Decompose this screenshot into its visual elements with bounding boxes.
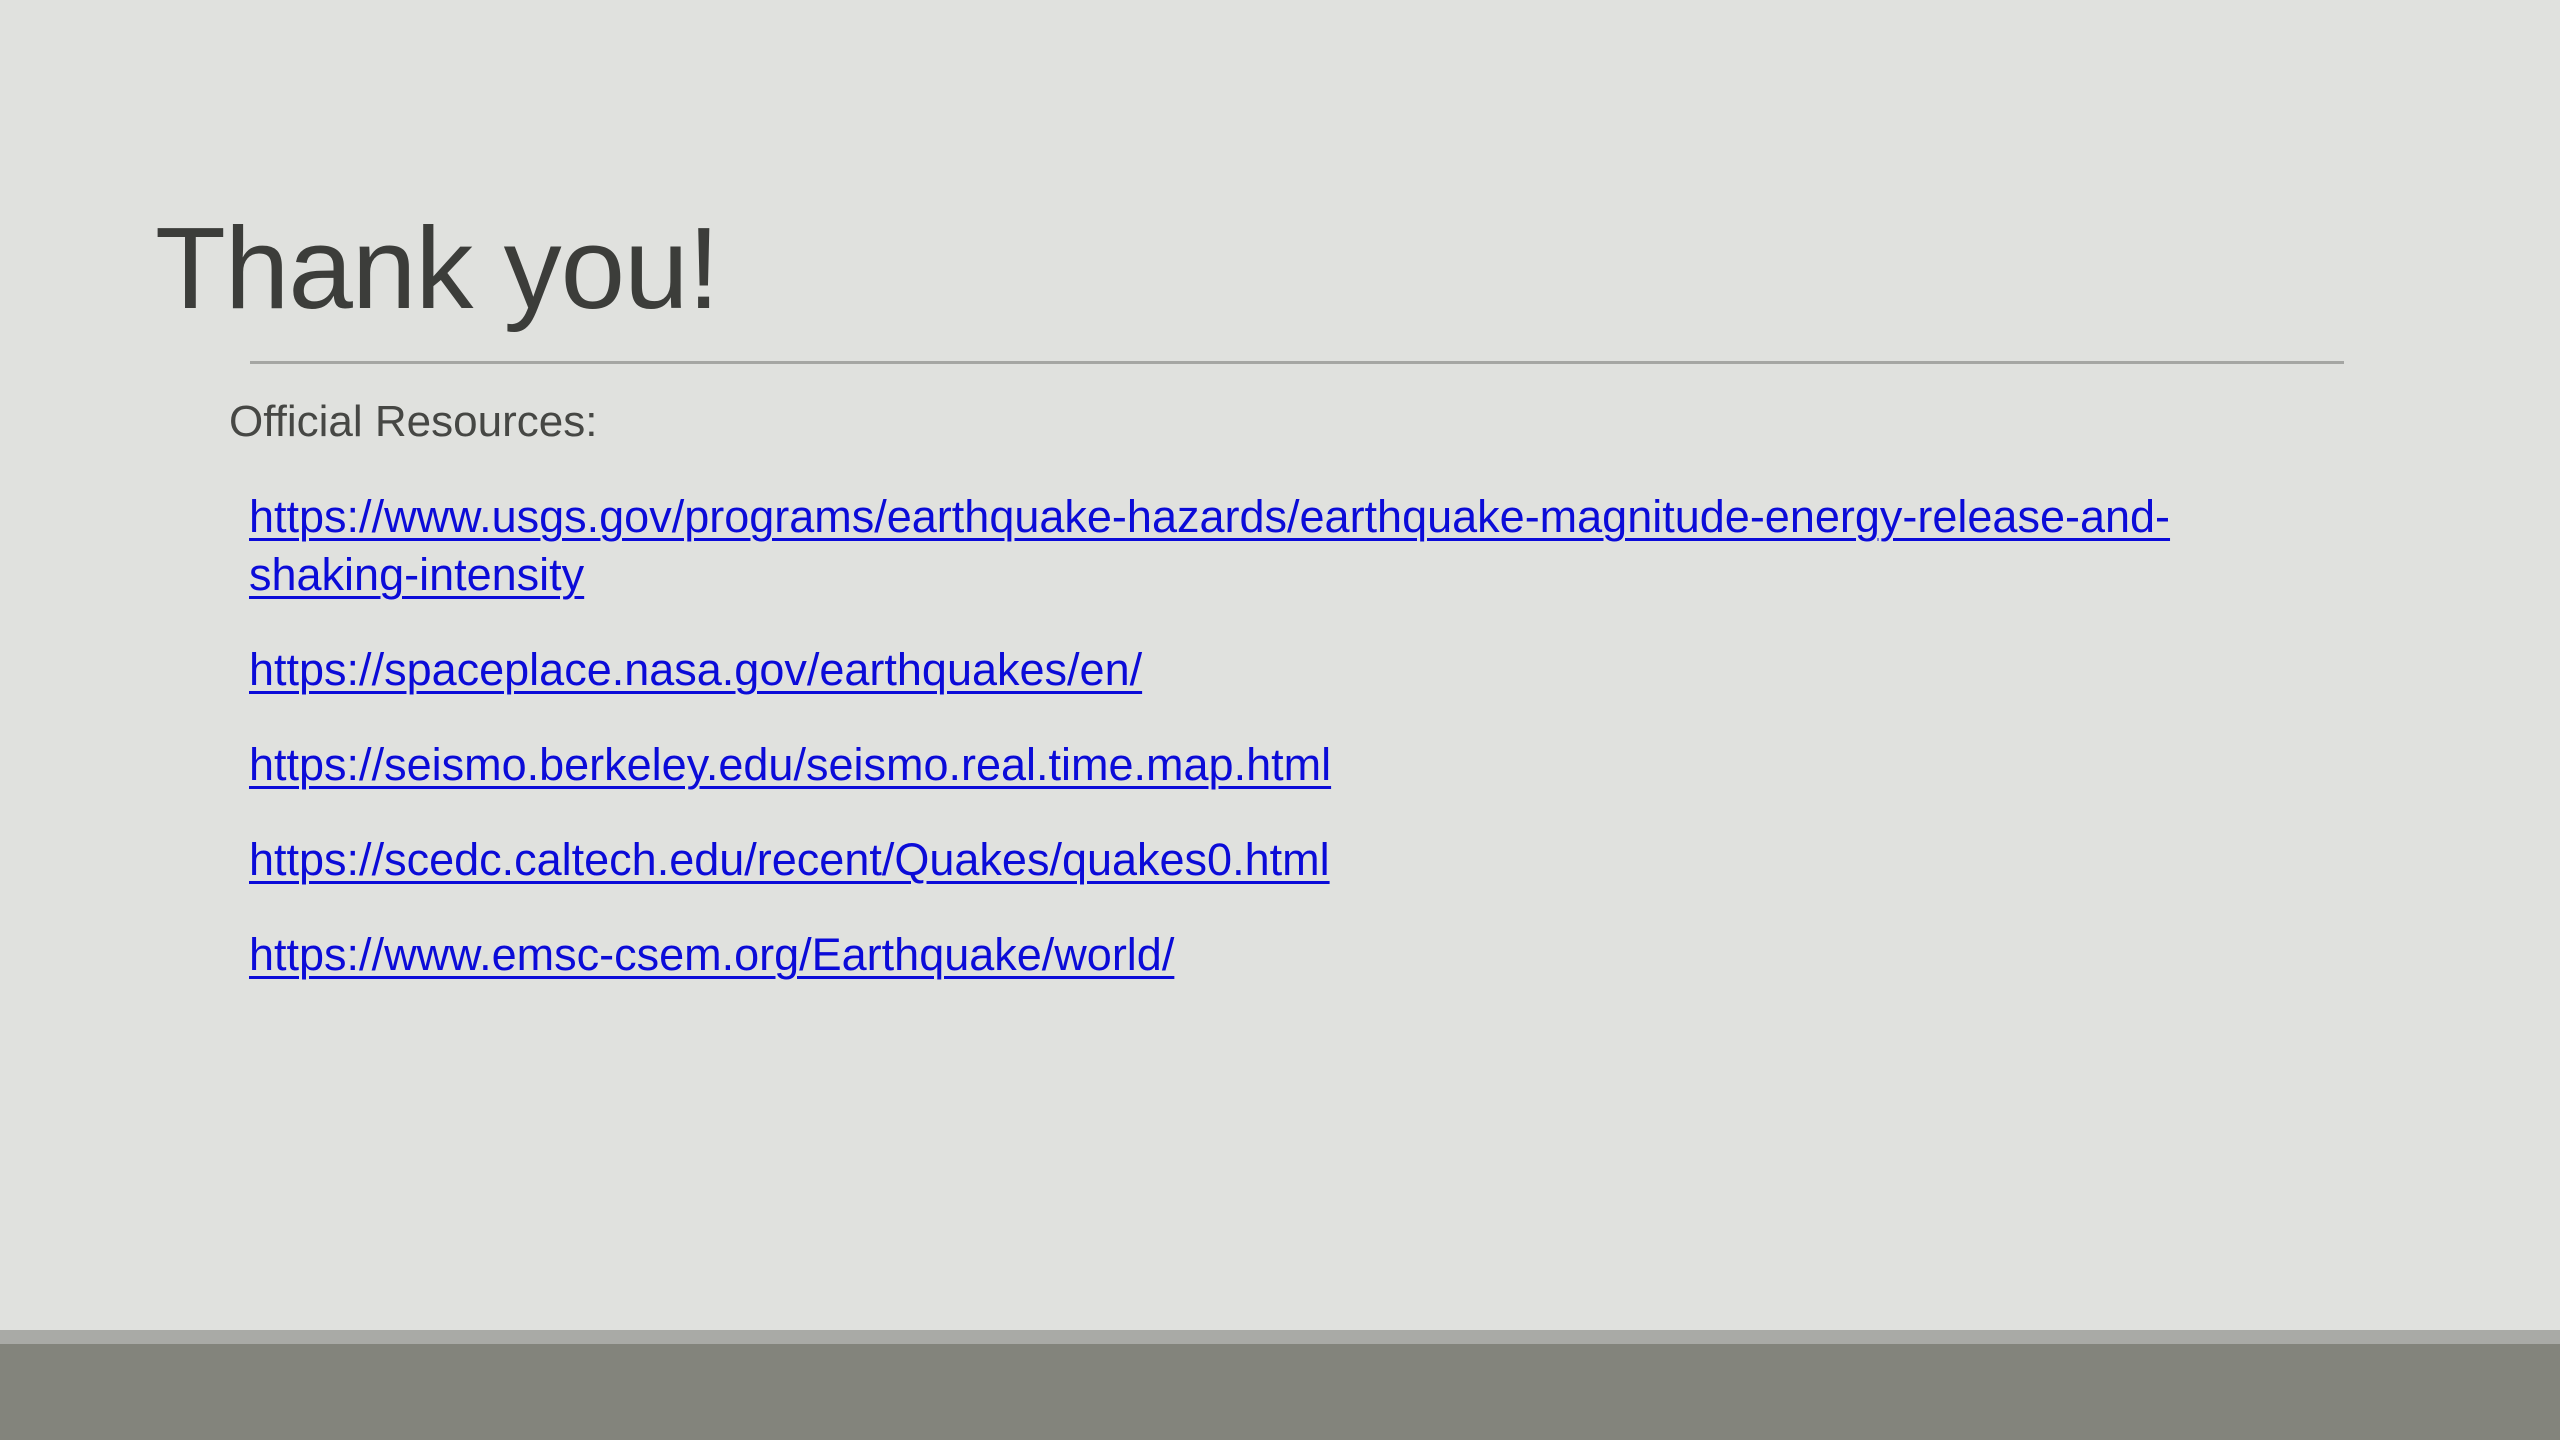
list-item: https://seismo.berkeley.edu/seismo.real.… (249, 736, 2339, 794)
footer-bar (0, 1344, 2560, 1440)
list-item: https://scedc.caltech.edu/recent/Quakes/… (249, 831, 2339, 889)
link-nasa-spaceplace[interactable]: https://spaceplace.nasa.gov/earthquakes/… (249, 644, 1142, 695)
link-emsc[interactable]: https://www.emsc-csem.org/Earthquake/wor… (249, 929, 1174, 980)
link-berkeley-seismo[interactable]: https://seismo.berkeley.edu/seismo.real.… (249, 739, 1331, 790)
title-divider (250, 361, 2344, 364)
resource-links-list: https://www.usgs.gov/programs/earthquake… (249, 488, 2339, 1021)
link-caltech-scedc[interactable]: https://scedc.caltech.edu/recent/Quakes/… (249, 834, 1330, 885)
list-item: https://www.usgs.gov/programs/earthquake… (249, 488, 2339, 604)
list-item: https://spaceplace.nasa.gov/earthquakes/… (249, 641, 2339, 699)
list-item: https://www.emsc-csem.org/Earthquake/wor… (249, 926, 2339, 984)
resources-label: Official Resources: (229, 397, 598, 446)
link-usgs[interactable]: https://www.usgs.gov/programs/earthquake… (249, 491, 2170, 600)
slide: Thank you! Official Resources: https://w… (0, 0, 2560, 1440)
footer-stripe (0, 1330, 2560, 1344)
slide-title: Thank you! (155, 203, 720, 333)
